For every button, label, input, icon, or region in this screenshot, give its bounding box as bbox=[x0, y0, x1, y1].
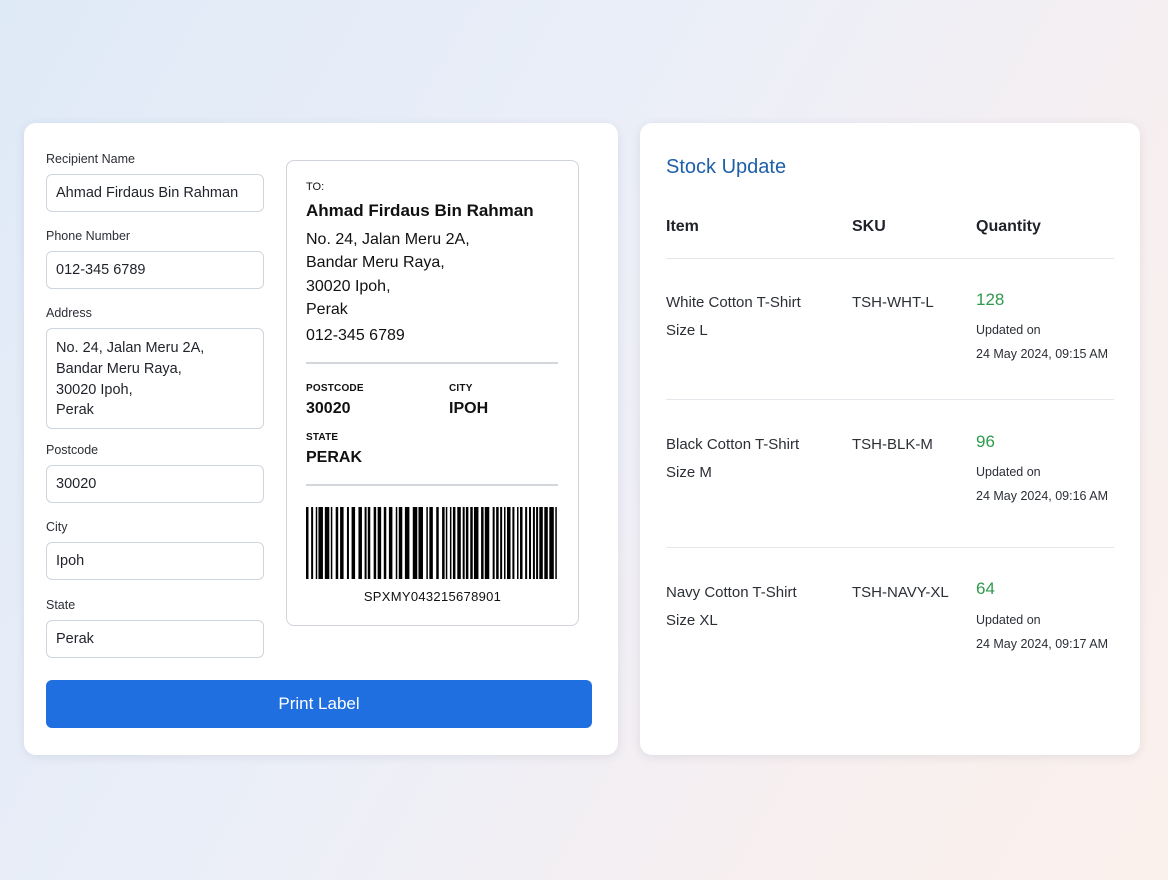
row-quantity: 128 bbox=[976, 290, 1005, 309]
column-header-quantity: Quantity bbox=[976, 218, 1041, 235]
row-sku: TSH-NAVY-XL bbox=[852, 584, 949, 601]
tracking-number: SPXMY043215678901 bbox=[363, 589, 502, 604]
shipping-label-preview: TO: Ahmad Firdaus Bin Rahman No. 24, Jal… bbox=[286, 160, 579, 626]
column-header-item: Item bbox=[666, 218, 699, 235]
barcode-image bbox=[306, 507, 557, 579]
row-sku: TSH-WHT-L bbox=[852, 294, 934, 311]
city-label: City bbox=[46, 520, 68, 534]
header-divider bbox=[666, 258, 1114, 259]
shipping-label-card: Recipient Name Ahmad Firdaus Bin Rahman … bbox=[24, 123, 618, 755]
postcode-input[interactable]: 30020 bbox=[46, 465, 264, 503]
address-label: Address bbox=[46, 306, 92, 320]
phone-number-input[interactable]: 012-345 6789 bbox=[46, 251, 264, 289]
address-textarea[interactable]: No. 24, Jalan Meru 2A, Bandar Meru Raya,… bbox=[46, 328, 264, 429]
row-divider bbox=[666, 399, 1114, 400]
column-header-sku: SKU bbox=[852, 218, 886, 235]
label-city: IPOH bbox=[449, 400, 489, 417]
label-to-caption: TO: bbox=[306, 181, 325, 193]
label-state: PERAK bbox=[306, 449, 363, 466]
label-postcode-caption: POSTCODE bbox=[306, 383, 364, 394]
city-input[interactable]: Ipoh bbox=[46, 542, 264, 580]
label-divider bbox=[306, 362, 558, 364]
row-item-name: Black Cotton T-Shirt Size M bbox=[666, 436, 800, 481]
recipient-name-input[interactable]: Ahmad Firdaus Bin Rahman bbox=[46, 174, 264, 212]
label-divider bbox=[306, 484, 558, 486]
stock-update-card: Stock Update Item SKU Quantity White Cot… bbox=[640, 123, 1140, 755]
state-label: State bbox=[46, 598, 76, 612]
label-city-caption: CITY bbox=[449, 383, 473, 394]
postcode-label: Postcode bbox=[46, 443, 99, 457]
phone-number-label: Phone Number bbox=[46, 229, 131, 243]
row-item-name: White Cotton T-Shirt Size L bbox=[666, 294, 801, 339]
stock-update-title: Stock Update bbox=[666, 156, 787, 178]
print-label-button[interactable]: Print Label bbox=[46, 680, 592, 728]
row-updated-on: Updated on 24 May 2024, 09:17 AM bbox=[976, 613, 1109, 651]
label-phone: 012-345 6789 bbox=[306, 327, 405, 344]
row-updated-on: Updated on 24 May 2024, 09:15 AM bbox=[976, 323, 1109, 361]
row-sku: TSH-BLK-M bbox=[852, 436, 933, 453]
label-address: No. 24, Jalan Meru 2A, Bandar Meru Raya,… bbox=[306, 231, 470, 318]
label-state-caption: STATE bbox=[306, 432, 339, 443]
label-recipient-name: Ahmad Firdaus Bin Rahman bbox=[306, 201, 534, 220]
recipient-name-label: Recipient Name bbox=[46, 152, 135, 166]
row-quantity: 96 bbox=[976, 432, 995, 451]
row-updated-on: Updated on 24 May 2024, 09:16 AM bbox=[976, 465, 1109, 503]
row-item-name: Navy Cotton T-Shirt Size XL bbox=[666, 584, 797, 629]
state-input[interactable]: Perak bbox=[46, 620, 264, 658]
row-divider bbox=[666, 547, 1114, 548]
label-postcode: 30020 bbox=[306, 400, 351, 417]
row-quantity: 64 bbox=[976, 579, 995, 598]
